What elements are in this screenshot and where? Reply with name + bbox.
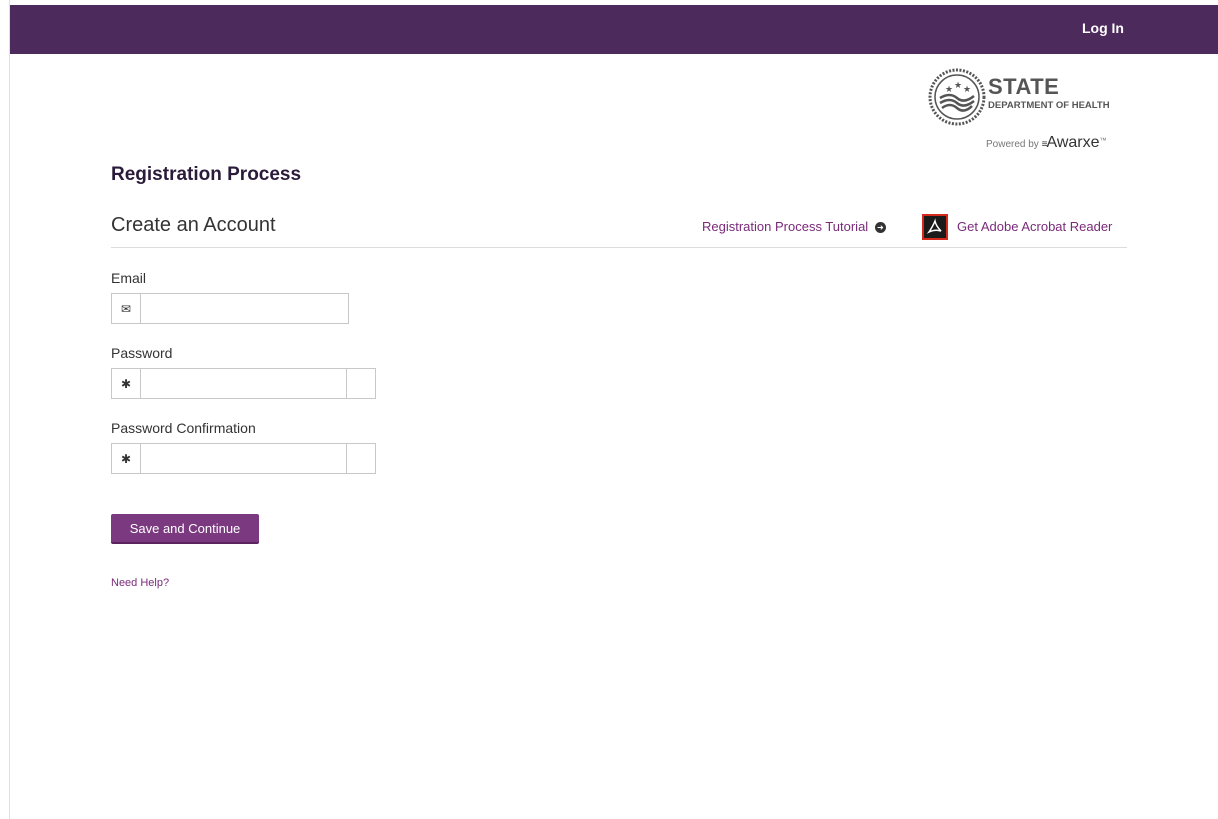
powered-by: Powered by ≡Awarxe™: [986, 134, 1107, 152]
tutorial-link[interactable]: Registration Process Tutorial ➜: [702, 219, 886, 234]
svg-text:★: ★: [963, 85, 971, 95]
email-input-group: ✉: [111, 293, 349, 324]
password-confirmation-label: Password Confirmation: [111, 420, 256, 436]
top-navigation-bar: Log In: [10, 5, 1218, 54]
need-help-link[interactable]: Need Help?: [111, 577, 169, 589]
email-label: Email: [111, 270, 147, 286]
logo-title: STATE: [988, 74, 1060, 99]
password-confirmation-input-group: ✱: [111, 443, 376, 474]
asterisk-icon: ✱: [112, 369, 141, 398]
page-title: Registration Process: [111, 164, 302, 185]
logo-subtitle: DEPARTMENT OF HEALTH: [988, 100, 1110, 111]
state-health-logo: ★ ★ ★ STATE DEPARTMENT OF HEALTH Powered…: [928, 68, 1132, 158]
trademark-symbol: ™: [1099, 137, 1107, 145]
asterisk-icon: ✱: [112, 444, 141, 473]
password-visibility-toggle[interactable]: [346, 369, 375, 398]
tutorial-link-label: Registration Process Tutorial: [702, 219, 869, 234]
save-and-continue-button[interactable]: Save and Continue: [111, 514, 259, 544]
arrow-right-circle-icon: ➜: [874, 222, 886, 234]
section-header: Create an Account Registration Process T…: [111, 211, 1127, 248]
svg-text:★: ★: [945, 85, 953, 95]
password-input-group: ✱: [111, 368, 376, 399]
envelope-icon: ✉: [112, 294, 141, 323]
window-left-edge: [0, 0, 10, 819]
password-confirmation-input[interactable]: [141, 444, 347, 473]
login-link[interactable]: Log In: [1082, 20, 1124, 36]
email-input[interactable]: [141, 294, 348, 323]
adobe-pdf-icon: [922, 214, 948, 240]
password-label: Password: [111, 345, 173, 361]
powered-by-label: Powered by: [986, 139, 1039, 150]
acrobat-reader-link[interactable]: Get Adobe Acrobat Reader: [922, 214, 1127, 240]
acrobat-reader-label: Get Adobe Acrobat Reader: [957, 219, 1113, 234]
svg-text:★: ★: [954, 81, 962, 91]
password-confirmation-visibility-toggle[interactable]: [346, 444, 375, 473]
password-input[interactable]: [141, 369, 347, 398]
state-seal-icon: ★ ★ ★: [928, 68, 986, 126]
section-title: Create an Account: [111, 214, 276, 236]
awarxe-brand: Awarxe: [1046, 134, 1100, 151]
